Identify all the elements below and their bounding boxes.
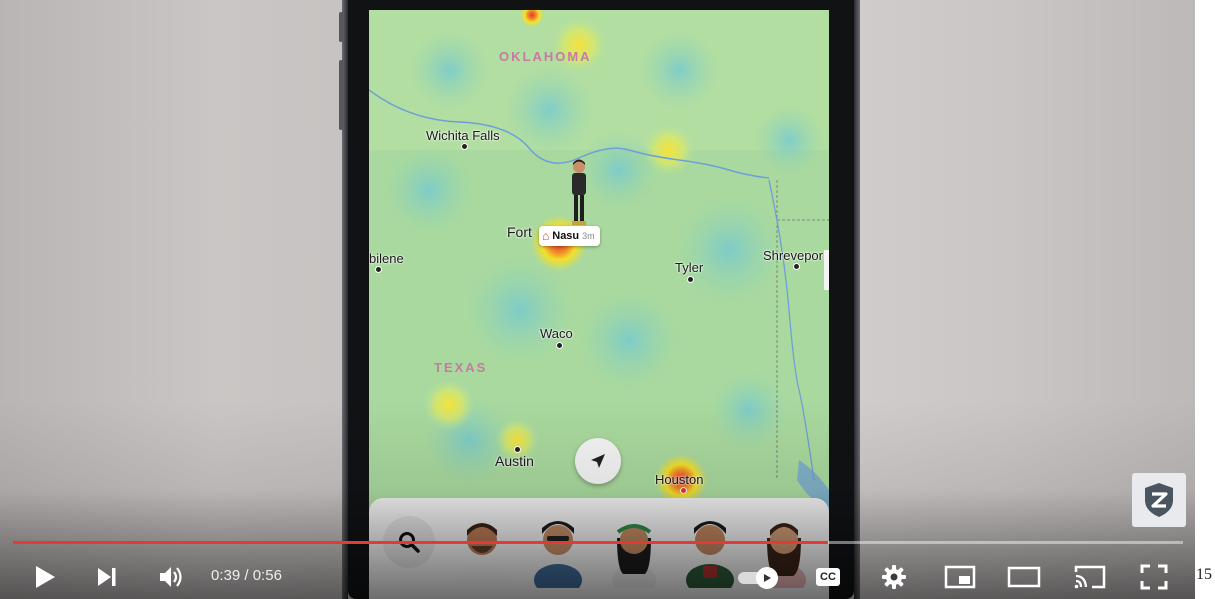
city-dot [461, 143, 468, 150]
edge-text: 15 [1196, 566, 1212, 583]
home-icon: ⌂ [542, 229, 550, 243]
city-label-waco: Waco [540, 326, 573, 341]
time-separator: / [240, 567, 253, 584]
phone-rim-right [854, 0, 860, 599]
location-arrow-icon [591, 454, 605, 468]
city-label-abilene: bilene [369, 251, 404, 266]
state-label-oklahoma: OKLAHOMA [499, 49, 592, 64]
cast-icon [1074, 565, 1106, 589]
current-time: 0:39 [211, 567, 241, 584]
gear-icon [882, 565, 906, 589]
phone-volume-button [339, 60, 343, 130]
autoplay-play-icon [764, 574, 771, 582]
fullscreen-button[interactable] [1138, 563, 1170, 591]
city-dot [680, 487, 687, 494]
progress-played [13, 541, 829, 544]
channel-watermark[interactable] [1132, 473, 1186, 527]
city-dot [375, 266, 382, 273]
friend-name: Nasu [552, 230, 580, 242]
autoplay-toggle[interactable] [738, 567, 784, 589]
city-dot [514, 446, 521, 453]
city-label-austin: Austin [495, 453, 534, 469]
theater-icon [1007, 566, 1041, 588]
city-label-shreveport: Shrevepor [763, 248, 823, 263]
locate-me-button[interactable] [575, 438, 621, 484]
cc-icon: CC [816, 568, 840, 586]
play-icon [36, 566, 55, 588]
friend-name-chip[interactable]: ⌂ Nasu 3m [539, 226, 600, 246]
fullscreen-icon [1140, 564, 1168, 590]
volume-button[interactable] [155, 563, 189, 591]
subtitles-button[interactable]: CC [813, 564, 843, 590]
video-player[interactable]: OKLAHOMA TEXAS Wichita Falls Fort bilene… [0, 0, 1195, 599]
autoplay-knob [756, 567, 778, 589]
settings-button[interactable] [879, 563, 909, 591]
city-label-wichita-falls: Wichita Falls [426, 128, 500, 143]
progress-bar[interactable] [13, 541, 1183, 544]
duration: 0:56 [252, 567, 282, 584]
miniplayer-button[interactable] [942, 563, 978, 591]
city-dot [793, 263, 800, 270]
miniplayer-icon [944, 565, 976, 589]
friend-last-seen: 3m [582, 231, 595, 241]
play-button[interactable] [30, 561, 60, 593]
time-display: 0:39 / 0:56 [211, 567, 282, 584]
bitmoji-avatar[interactable] [567, 158, 591, 228]
state-label-texas: TEXAS [434, 360, 488, 375]
volume-icon [160, 567, 182, 587]
shield-logo-icon [1145, 483, 1173, 517]
city-label-tyler: Tyler [675, 260, 704, 275]
phone-frame: OKLAHOMA TEXAS Wichita Falls Fort bilene… [339, 0, 860, 599]
next-button[interactable] [92, 563, 122, 591]
snap-map-screen: OKLAHOMA TEXAS Wichita Falls Fort bilene… [369, 10, 829, 599]
player-controls: 0:39 / 0:56 CC [0, 555, 1195, 599]
theater-mode-button[interactable] [1006, 563, 1042, 591]
city-dot [687, 276, 694, 283]
city-label-houston: Houston [655, 472, 704, 487]
city-dot [556, 342, 563, 349]
city-label-fort: Fort [507, 224, 532, 240]
cast-button[interactable] [1072, 563, 1108, 591]
next-icon [98, 568, 116, 586]
phone-silent-switch [339, 12, 343, 42]
